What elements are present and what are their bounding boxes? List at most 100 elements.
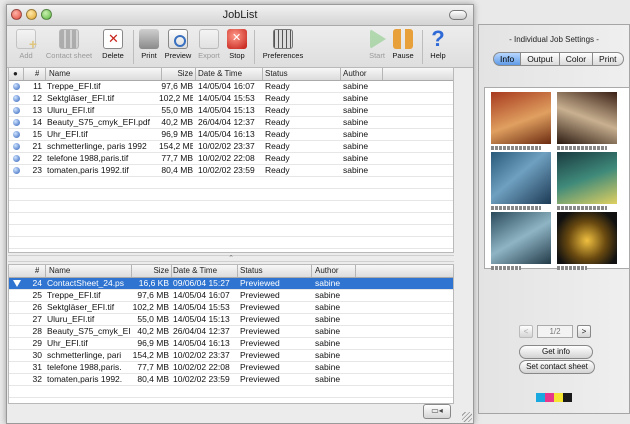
thumbnail-caption <box>557 206 607 210</box>
job-settings-drawer: - Individual Job Settings - Info Output … <box>478 24 630 414</box>
job-date: 10/02/02 22:08 <box>198 153 255 163</box>
tab-print[interactable]: Print <box>593 52 624 66</box>
job-status: Ready <box>265 129 290 139</box>
table-row[interactable]: 31 telefone 1988,paris. 77,7 MB 10/02/02 22… <box>9 362 453 374</box>
table-row[interactable]: 21 schmetterlinge, paris 1992 154,2 MB 10/0… <box>9 141 453 153</box>
job-date: 14/05/04 15:53 <box>198 93 255 103</box>
thumbnail-image <box>557 92 617 144</box>
column-header-size[interactable]: Size <box>133 266 169 275</box>
delete-button[interactable]: Delete <box>99 29 127 60</box>
table-row[interactable]: 11 Treppe_EFI.tif 97,6 MB 14/05/04 16:07 Rea… <box>9 81 453 93</box>
resize-handle[interactable] <box>462 412 472 422</box>
table-row[interactable]: 26 Sektgläser_EFI.tif 102,2 MB 14/05/04 15:… <box>9 302 453 314</box>
job-status: Ready <box>265 141 290 151</box>
column-divider <box>311 265 312 277</box>
column-header-status[interactable]: Status <box>265 69 288 78</box>
job-number: 21 <box>32 141 42 151</box>
job-size: 77,7 MB <box>137 362 169 372</box>
column-header-date[interactable]: Date & Time <box>198 69 242 78</box>
table-row[interactable]: 15 Uhr_EFI.tif 96,9 MB 14/05/04 16:13 Ready s… <box>9 129 453 141</box>
table-row[interactable]: 24 ContactSheet_24.ps 16,6 KB 09/06/04 15:2… <box>9 278 453 290</box>
export-label: Export <box>198 51 220 60</box>
disclosure-triangle-icon[interactable] <box>13 280 21 287</box>
table-row[interactable]: 30 schmetterlinge, pari 154,2 MB 10/02/02 2… <box>9 350 453 362</box>
stop-button[interactable]: Stop <box>225 29 249 60</box>
print-button[interactable]: Print <box>137 29 161 60</box>
empty-row <box>9 177 453 189</box>
column-header-author[interactable]: Author <box>343 69 367 78</box>
ready-jobs-table[interactable]: ● # Name Size Date & Time Status Author … <box>8 67 454 253</box>
table-row[interactable]: 14 Beauty_S75_cmyk_EFI.pdf 40,2 MB 26/04/04… <box>9 117 453 129</box>
empty-row <box>9 201 453 213</box>
title-bar[interactable]: JobList <box>7 5 473 26</box>
start-button[interactable]: Start <box>366 29 388 60</box>
add-icon <box>16 29 37 52</box>
get-info-button[interactable]: Get info <box>519 345 593 359</box>
status-column-header[interactable]: ● <box>13 69 21 78</box>
stop-label: Stop <box>229 51 245 60</box>
job-number: 26 <box>32 302 42 312</box>
tab-color[interactable]: Color <box>559 52 594 66</box>
table-row[interactable]: 29 Uhr_EFI.tif 96,9 MB 14/05/04 16:13 Previe… <box>9 338 453 350</box>
set-contact-sheet-button[interactable]: Set contact sheet <box>519 360 595 374</box>
help-button[interactable]: ? Help <box>427 28 449 61</box>
column-divider <box>195 68 196 80</box>
column-header-name[interactable]: Name <box>49 69 70 78</box>
table-header: ● # Name Size Date & Time Status Author <box>9 68 453 81</box>
column-divider <box>161 68 162 80</box>
column-header-number[interactable]: # <box>35 69 39 78</box>
drawer-title: - Individual Job Settings - <box>509 35 599 44</box>
preview-button[interactable]: Preview <box>163 29 193 60</box>
preferences-button[interactable]: Preferences <box>259 29 307 60</box>
start-label: Start <box>369 51 385 60</box>
job-number: 15 <box>32 129 42 139</box>
split-view-handle[interactable]: ⌃ <box>8 255 454 262</box>
job-date: 14/05/04 16:13 <box>198 129 255 139</box>
contact-sheet-button[interactable]: Contact sheet <box>41 29 97 60</box>
export-button[interactable]: Export <box>196 29 222 60</box>
job-name: Treppe_EFI.tif <box>47 81 101 91</box>
empty-row <box>9 189 453 201</box>
tab-info[interactable]: Info <box>493 52 522 66</box>
table-row[interactable]: 32 tomaten,paris 1992. 80,4 MB 10/02/02 23:… <box>9 374 453 386</box>
toolbar-toggle-button[interactable] <box>449 10 467 20</box>
table-row[interactable]: 12 Sektgläser_EFI.tif 102,2 MB 14/05/04 15:… <box>9 93 453 105</box>
job-size: 40,2 MB <box>161 117 193 127</box>
table-row[interactable]: 28 Beauty_S75_cmyk_EI 40,2 MB 26/04/04 12:3… <box>9 326 453 338</box>
job-size: 102,2 MB <box>132 302 169 312</box>
pause-button[interactable]: Pause <box>390 29 416 60</box>
page-navigator: < 1/2 > <box>519 325 591 338</box>
next-page-button[interactable]: > <box>577 325 591 338</box>
column-header-size[interactable]: Size <box>164 69 193 78</box>
table-body: 24 ContactSheet_24.ps 16,6 KB 09/06/04 15:2… <box>9 278 453 403</box>
job-size: 40,2 MB <box>137 326 169 336</box>
column-header-status[interactable]: Status <box>240 266 263 275</box>
job-status: Previewed <box>240 278 280 288</box>
joblist-window: JobList Add Contact sheet Delete Print P… <box>6 4 474 424</box>
job-date: 10/02/02 23:37 <box>198 141 255 151</box>
job-number: 11 <box>33 81 42 91</box>
previewed-jobs-table[interactable]: # Name Size Date & Time Status Author 24… <box>8 264 454 404</box>
delete-label: Delete <box>102 51 124 60</box>
add-button[interactable]: Add <box>13 29 39 60</box>
job-date: 14/05/04 15:53 <box>173 302 230 312</box>
job-size: 102,2 MB <box>159 93 193 103</box>
previous-page-button[interactable]: < <box>519 325 533 338</box>
ready-status-icon <box>13 95 20 102</box>
table-row[interactable]: 22 telefone 1988,paris.tif 77,7 MB 10/02/02… <box>9 153 453 165</box>
column-header-date[interactable]: Date & Time <box>173 266 217 275</box>
tab-output[interactable]: Output <box>521 52 560 66</box>
column-header-name[interactable]: Name <box>49 266 70 275</box>
column-header-author[interactable]: Author <box>315 266 339 275</box>
table-row[interactable]: 27 Uluru_EFI.tif 55,0 MB 14/05/04 15:13 Prev… <box>9 314 453 326</box>
column-divider <box>45 265 46 277</box>
job-name: Beauty_S75_cmyk_EFI.pdf <box>47 117 151 127</box>
column-divider <box>340 68 341 80</box>
table-row[interactable]: 13 Uluru_EFI.tif 55,0 MB 14/05/04 15:13 Read… <box>9 105 453 117</box>
table-row[interactable]: 25 Treppe_EFI.tif 97,6 MB 14/05/04 16:07 Pre… <box>9 290 453 302</box>
job-name: Beauty_S75_cmyk_EI <box>47 326 131 336</box>
column-header-number[interactable]: # <box>35 266 39 275</box>
drawer-toggle-button[interactable]: ▭◂ <box>423 404 451 419</box>
table-row[interactable]: 23 tomaten,paris 1992.tif 80,4 MB 10/02/02 … <box>9 165 453 177</box>
job-name: schmetterlinge, pari <box>47 350 122 360</box>
